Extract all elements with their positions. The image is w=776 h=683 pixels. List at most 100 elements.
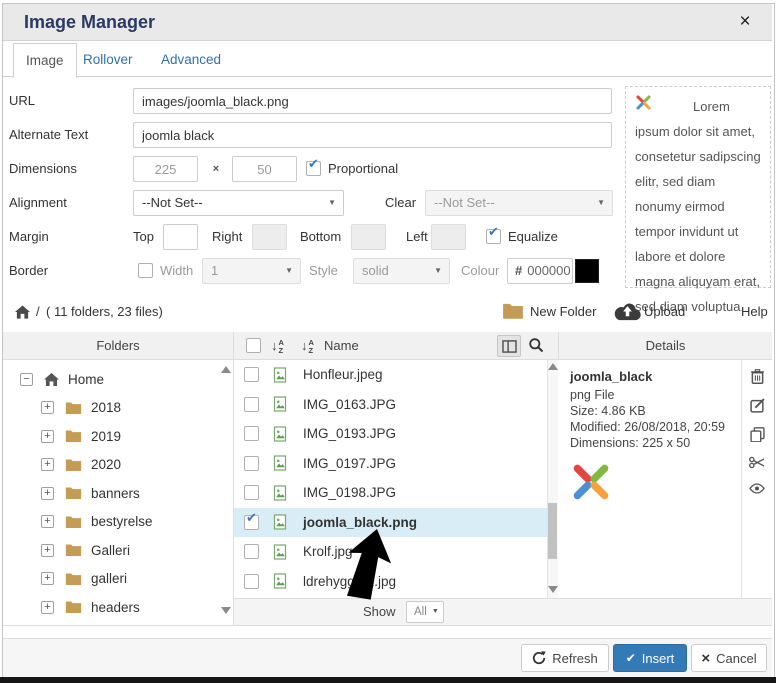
copy-icon[interactable]	[750, 427, 765, 442]
close-icon[interactable]: ×	[730, 4, 760, 40]
rename-icon[interactable]	[750, 398, 765, 413]
folder-item-2020[interactable]: +2020	[3, 451, 233, 480]
select-all-checkbox[interactable]	[246, 338, 261, 353]
folder-item-2019[interactable]: +2019	[3, 422, 233, 451]
expand-icon[interactable]: +	[41, 487, 54, 500]
insert-button[interactable]: ✔ Insert	[613, 644, 687, 672]
preview-image	[635, 94, 693, 114]
folder-item-headers[interactable]: +headers	[3, 593, 233, 622]
dialog-footer: Refresh ✔ Insert × Cancel	[3, 638, 772, 677]
help-button[interactable]: Help	[741, 296, 768, 328]
search-icon[interactable]	[528, 337, 544, 358]
height-input[interactable]	[232, 156, 297, 182]
sort-extension-icon[interactable]: ↓AZ	[301, 336, 314, 356]
folders-header: Folders	[3, 332, 234, 360]
tab-rollover[interactable]: Rollover	[71, 43, 145, 76]
expand-icon[interactable]: +	[41, 458, 54, 471]
colour-input[interactable]: #000000	[507, 258, 573, 284]
margin-bottom-input[interactable]	[351, 224, 386, 250]
file-checkbox[interactable]	[244, 397, 259, 412]
columns-toggle-icon[interactable]	[497, 335, 521, 357]
alignment-select[interactable]: --Not Set--	[133, 190, 344, 216]
folder-item-galleri[interactable]: +galleri	[3, 565, 233, 594]
colour-swatch[interactable]	[575, 259, 599, 283]
file-checkbox[interactable]	[244, 456, 259, 471]
breadcrumb-separator: /	[36, 296, 40, 328]
url-input[interactable]	[133, 88, 612, 114]
file-item-IMG_0163.JPG[interactable]: IMG_0163.JPG	[234, 390, 547, 420]
file-checkbox[interactable]	[244, 485, 259, 500]
file-item-Honfleur.jpeg[interactable]: Honfleur.jpeg	[234, 360, 547, 390]
refresh-icon	[532, 651, 546, 665]
clear-select[interactable]: --Not Set--	[425, 190, 613, 216]
detail-file-title: joomla_black	[570, 369, 741, 384]
file-item-IMG_0193.JPG[interactable]: IMG_0193.JPG	[234, 419, 547, 449]
margin-top-input[interactable]	[163, 224, 198, 250]
border-width-select[interactable]: 1	[202, 258, 301, 284]
folder-icon	[65, 600, 82, 614]
file-thumbnail	[570, 461, 741, 508]
file-checkbox[interactable]	[244, 574, 259, 589]
upload-button[interactable]: Upload	[644, 296, 685, 328]
file-item-IMG_0198.JPG[interactable]: IMG_0198.JPG	[234, 478, 547, 508]
delete-icon[interactable]	[751, 369, 764, 384]
scrollbar-thumb[interactable]	[548, 503, 557, 559]
show-select[interactable]: All	[406, 601, 444, 623]
file-item-joomla_black.png[interactable]: joomla_black.png	[234, 508, 547, 538]
folder-item-bestyrelse[interactable]: +bestyrelse	[3, 508, 233, 537]
preview-eye-icon[interactable]	[749, 483, 765, 494]
proportional-checkbox[interactable]	[306, 161, 321, 176]
files-scroll-up-icon[interactable]	[548, 363, 558, 370]
files-scroll-down-icon[interactable]	[548, 586, 558, 593]
panel-divider	[3, 625, 772, 626]
equalize-checkbox[interactable]	[486, 229, 501, 244]
margin-left-label: Left	[406, 224, 428, 250]
joomla-logo-icon	[635, 94, 652, 111]
sort-name-icon[interactable]: ↓AZ	[271, 336, 284, 356]
file-item-ldrehygge-1.jpg[interactable]: ldrehygge-1.jpg	[234, 567, 547, 597]
new-folder-button[interactable]: New Folder	[530, 296, 596, 328]
cut-icon[interactable]	[749, 456, 765, 469]
border-checkbox[interactable]	[138, 263, 153, 278]
tab-image[interactable]: Image	[13, 43, 77, 78]
folder-icon	[65, 543, 82, 557]
margin-right-input[interactable]	[252, 224, 287, 250]
margin-top-label: Top	[133, 224, 154, 250]
file-checkbox[interactable]	[244, 367, 259, 382]
alt-text-input[interactable]	[133, 122, 612, 148]
expand-icon[interactable]: +	[41, 401, 54, 414]
file-checkbox[interactable]	[244, 515, 259, 530]
folders-scroll-up-icon[interactable]	[221, 366, 231, 373]
equalize-label: Equalize	[508, 224, 558, 250]
new-folder-icon[interactable]	[502, 302, 524, 320]
image-file-icon	[272, 514, 288, 530]
file-checkbox[interactable]	[244, 426, 259, 441]
detail-file-type: png File	[570, 387, 741, 403]
file-checkbox[interactable]	[244, 544, 259, 559]
folder-item-Galleri[interactable]: +Galleri	[3, 536, 233, 565]
refresh-button[interactable]: Refresh	[521, 644, 609, 672]
home-icon[interactable]	[15, 305, 30, 319]
detail-modified: Modified: 26/08/2018, 20:59	[570, 419, 741, 435]
file-item-IMG_0197.JPG[interactable]: IMG_0197.JPG	[234, 449, 547, 479]
expand-icon[interactable]: +	[41, 601, 54, 614]
file-item-Krolf.jpg[interactable]: Krolf.jpg	[234, 537, 547, 567]
margin-left-input[interactable]	[431, 224, 466, 250]
image-file-icon	[272, 455, 288, 471]
border-style-select[interactable]: solid	[353, 258, 450, 284]
folder-item-home[interactable]: − Home	[3, 365, 233, 394]
expand-icon[interactable]: +	[41, 515, 54, 528]
tab-advanced[interactable]: Advanced	[149, 43, 233, 76]
cancel-button[interactable]: × Cancel	[691, 644, 767, 672]
expand-icon[interactable]: +	[41, 544, 54, 557]
times-symbol: ×	[206, 156, 226, 182]
folder-item-banners[interactable]: +banners	[3, 479, 233, 508]
collapse-icon[interactable]: −	[20, 373, 33, 386]
expand-icon[interactable]: +	[41, 572, 54, 585]
folders-scroll-down-icon[interactable]	[221, 607, 231, 614]
upload-icon[interactable]	[614, 301, 641, 321]
files-scrollbar[interactable]	[547, 360, 558, 598]
expand-icon[interactable]: +	[41, 430, 54, 443]
width-input[interactable]	[133, 156, 198, 182]
folder-item-2018[interactable]: +2018	[3, 394, 233, 423]
